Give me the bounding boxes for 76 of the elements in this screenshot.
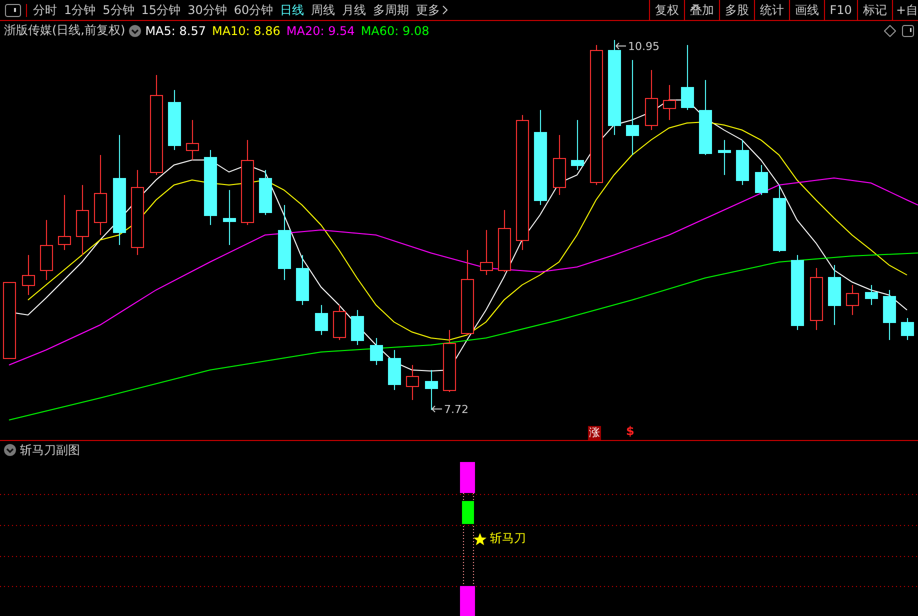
indicator-bar <box>462 501 474 524</box>
toolbar-button[interactable]: 叠加 <box>684 0 719 20</box>
candlestick <box>443 330 456 392</box>
candlestick <box>22 254 35 296</box>
candlestick <box>259 170 272 216</box>
candlestick <box>553 134 566 196</box>
candlestick <box>388 350 401 390</box>
candlestick <box>681 44 694 110</box>
toolbar-button[interactable]: F10 <box>824 0 857 20</box>
diamond-icon[interactable] <box>884 24 896 36</box>
ma-legend-label: MA60: 9.08 <box>360 24 430 38</box>
period-tab[interactable]: 日线 <box>275 2 304 18</box>
candlestick <box>828 264 841 326</box>
candlestick <box>223 190 236 246</box>
candlestick <box>755 164 768 196</box>
candlestick <box>498 210 511 272</box>
indicator-bar <box>460 462 475 493</box>
candlestick <box>810 268 823 330</box>
signal-label: 斩马刀 <box>490 530 526 547</box>
toolbar-button[interactable]: 多股 <box>718 0 754 20</box>
panel-toggle-icon[interactable] <box>902 24 914 36</box>
candlestick <box>58 194 71 250</box>
toolbar-button[interactable]: +自 <box>892 0 918 20</box>
ma-legend-label: MA5: 8.57 <box>145 24 206 38</box>
candlestick <box>370 338 383 366</box>
candlestick <box>333 304 346 340</box>
dropdown-icon[interactable] <box>4 444 16 456</box>
rise-badge: 涨 <box>588 426 601 440</box>
candlestick <box>315 304 328 336</box>
candlestick <box>883 290 896 340</box>
period-tab[interactable]: 1分钟 <box>59 2 96 18</box>
candlestick <box>168 90 181 150</box>
toolbar-button[interactable]: 统计 <box>754 0 789 20</box>
candlestick <box>406 364 419 400</box>
leader-line <box>616 42 626 50</box>
candlestick <box>76 184 89 256</box>
candlestick <box>40 220 53 280</box>
period-tab[interactable]: 60分钟 <box>228 2 274 18</box>
candlestick <box>296 254 309 306</box>
indicator-title: 斩马刀副图 <box>20 442 80 458</box>
toolbar-button[interactable]: 复权 <box>648 0 684 20</box>
candlestick <box>773 184 786 252</box>
low-price-label: 7.72 <box>444 403 468 416</box>
candlestick <box>645 70 658 130</box>
candlestick <box>571 120 584 170</box>
candlestick <box>186 120 199 160</box>
candlestick <box>865 284 878 306</box>
high-price-label: 10.95 <box>628 40 660 53</box>
candlestick <box>901 318 914 340</box>
toolbar-button[interactable]: 标记 <box>856 0 892 20</box>
period-tab[interactable]: 5分钟 <box>98 2 134 18</box>
candlestick <box>736 140 749 186</box>
period-tab[interactable]: 多周期 <box>368 2 410 18</box>
candlestick <box>846 284 859 316</box>
period-tab[interactable]: 更多 <box>411 2 448 18</box>
star-icon <box>474 533 486 546</box>
candlestick <box>480 230 493 276</box>
dropdown-icon[interactable] <box>129 24 142 36</box>
candlestick <box>718 140 731 176</box>
candlestick <box>351 310 364 346</box>
period-tab[interactable]: 30分钟 <box>182 2 227 18</box>
period-tab[interactable]: 周线 <box>306 2 336 18</box>
chevron-right-icon <box>442 5 448 15</box>
ma-legend-label: MA20: 9.54 <box>286 24 355 38</box>
candlestick <box>663 84 676 120</box>
signal-mark: $ <box>626 424 634 438</box>
indicator-bar <box>460 586 475 616</box>
period-tab[interactable]: 月线 <box>337 2 366 18</box>
leader-line <box>432 406 442 412</box>
period-tab[interactable]: 15分钟 <box>136 2 181 18</box>
candlestick <box>425 370 438 410</box>
toolbar-button[interactable]: 画线 <box>788 0 824 20</box>
ma-legend-label: MA10: 8.86 <box>212 24 280 38</box>
panel-toggle-icon[interactable] <box>5 4 21 16</box>
period-tab[interactable]: 分时 <box>28 2 57 18</box>
stock-title: 浙版传媒(日线,前复权) <box>4 22 126 39</box>
